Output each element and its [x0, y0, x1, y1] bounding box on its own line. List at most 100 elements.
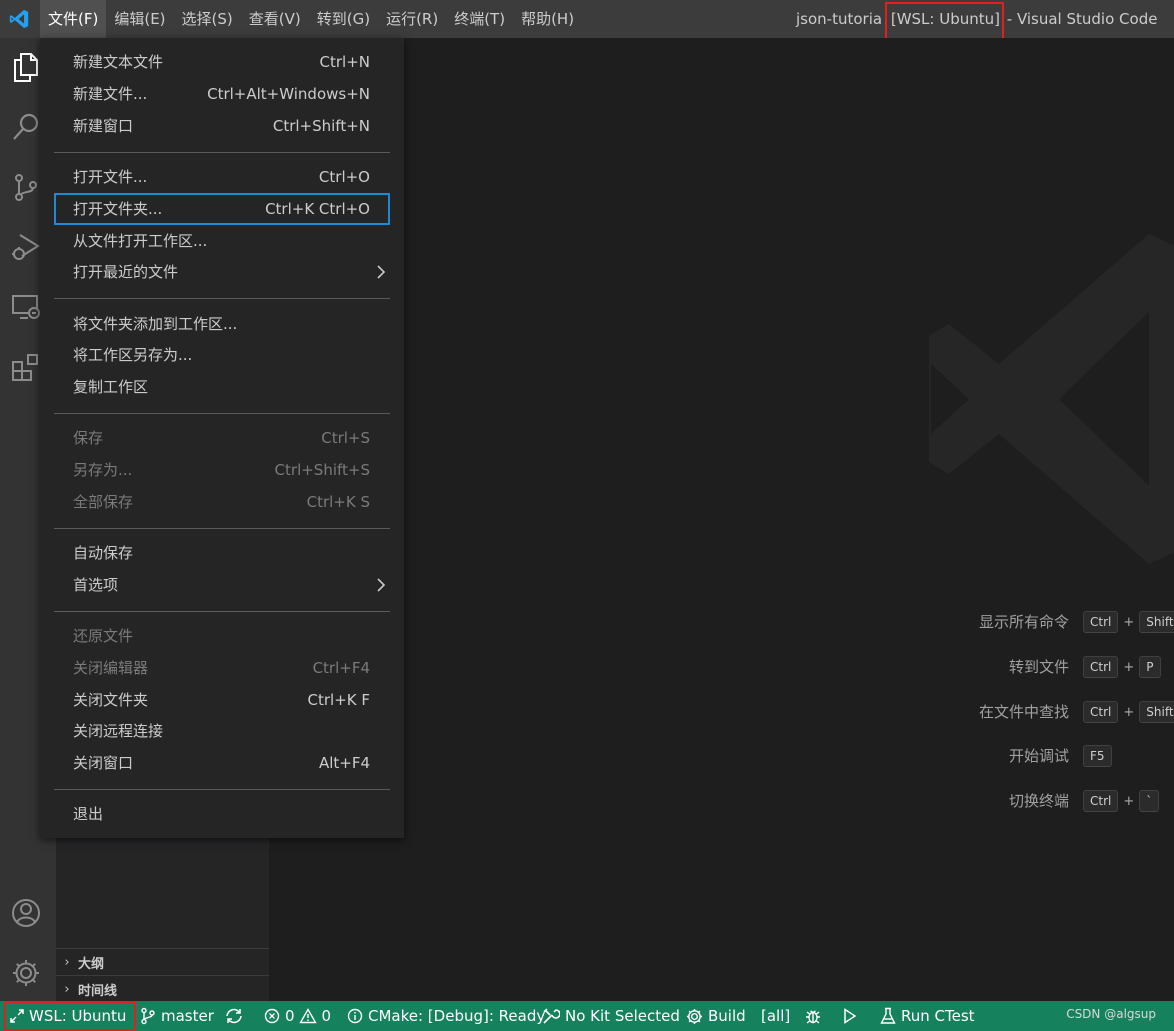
key-cap: Ctrl: [1083, 656, 1119, 678]
menu-file[interactable]: 文件(F): [40, 0, 107, 38]
menu-item-shortcut: Ctrl+K S: [306, 493, 370, 511]
menu-item-save-workspace-as[interactable]: 将工作区另存为...: [54, 339, 390, 371]
shortcut-label: 在文件中查找: [978, 703, 1069, 721]
cmake-target-item[interactable]: [all]: [761, 1001, 790, 1031]
menu-go[interactable]: 转到(G): [309, 0, 378, 38]
outline-section-header[interactable]: › 大纲: [56, 948, 269, 975]
cmake-debug-button[interactable]: [804, 1001, 827, 1031]
menu-item-revert-file[interactable]: 还原文件: [54, 620, 390, 652]
menu-item-label: 保存: [73, 429, 104, 447]
accounts-icon[interactable]: [8, 895, 44, 931]
menu-item-new-file[interactable]: 新建文件... Ctrl+Alt+Windows+N: [54, 78, 390, 110]
run-debug-icon[interactable]: [8, 229, 44, 265]
shortcut-label: 开始调试: [1008, 747, 1069, 765]
shortcut-label: 显示所有命令: [978, 613, 1069, 631]
menu-item-shortcut: Ctrl+K F: [307, 691, 371, 709]
menu-item-preferences[interactable]: 首选项: [54, 569, 390, 601]
menu-item-new-text-file[interactable]: 新建文本文件 Ctrl+N: [54, 46, 390, 78]
key-plus: +: [1123, 793, 1135, 809]
menu-item-shortcut: Ctrl+K Ctrl+O: [265, 200, 370, 218]
menu-item-shortcut: Ctrl+N: [319, 53, 370, 71]
tools-icon: [543, 1008, 560, 1024]
menu-item-new-window[interactable]: 新建窗口 Ctrl+Shift+N: [54, 110, 390, 142]
key-cap: Ctrl: [1083, 790, 1119, 812]
menu-terminal[interactable]: 终端(T): [446, 0, 513, 38]
timeline-section-header[interactable]: › 时间线: [56, 975, 269, 1002]
window-title-app: - Visual Studio Code: [1006, 10, 1158, 28]
git-branch-label: master: [161, 1007, 214, 1025]
shortcut-start-debugging: 开始调试 F5: [269, 744, 1174, 768]
shortcut-find-in-files: 在文件中查找 Ctrl + Shift: [269, 700, 1174, 724]
submenu-chevron-icon: [377, 578, 386, 592]
menu-item-open-file[interactable]: 打开文件... Ctrl+O: [54, 161, 390, 193]
info-icon: [347, 1008, 363, 1024]
menu-separator: [54, 298, 390, 299]
outline-section-label: 大纲: [78, 956, 105, 972]
run-ctest-button[interactable]: Run CTest: [880, 1001, 975, 1031]
timeline-section-label: 时间线: [78, 983, 118, 999]
menu-item-label: 全部保存: [73, 493, 134, 511]
cmake-build-label: Build: [708, 1007, 746, 1025]
menu-item-close-remote-connection[interactable]: 关闭远程连接: [54, 715, 390, 747]
warning-icon: [298, 1008, 317, 1024]
menu-selection[interactable]: 选择(S): [174, 0, 241, 38]
key-cap: Ctrl: [1083, 701, 1119, 723]
cmake-status-item[interactable]: CMake: [Debug]: Ready: [347, 1001, 545, 1031]
bug-icon: [806, 1010, 820, 1024]
search-icon[interactable]: [8, 109, 44, 145]
explorer-icon[interactable]: [8, 49, 44, 85]
cmake-build-button[interactable]: Build: [686, 1001, 746, 1031]
menu-item-add-folder-to-workspace[interactable]: 将文件夹添加到工作区...: [54, 308, 390, 340]
submenu-chevron-icon: [377, 265, 386, 279]
shortcut-label: 转到文件: [1008, 658, 1069, 676]
menu-item-open-folder[interactable]: 打开文件夹... Ctrl+K Ctrl+O: [54, 193, 390, 225]
menu-separator: [54, 789, 390, 790]
cmake-launch-button[interactable]: [843, 1001, 862, 1031]
sync-button[interactable]: [224, 1001, 249, 1031]
menu-view[interactable]: 查看(V): [241, 0, 309, 38]
menu-item-close-window[interactable]: 关闭窗口 Alt+F4: [54, 747, 390, 779]
menu-item-duplicate-workspace[interactable]: 复制工作区: [54, 371, 390, 403]
remote-explorer-icon[interactable]: [8, 289, 44, 325]
menu-item-auto-save[interactable]: 自动保存: [54, 537, 390, 569]
menu-item-label: 还原文件: [73, 627, 134, 645]
manage-gear-icon[interactable]: [8, 955, 44, 991]
menu-item-save-all[interactable]: 全部保存 Ctrl+K S: [54, 486, 390, 518]
menu-item-shortcut: Ctrl+O: [318, 168, 370, 186]
menu-run[interactable]: 运行(R): [378, 0, 446, 38]
editor-area: 显示所有命令 Ctrl + Shift 转到文件 Ctrl + P 在文件中查找…: [269, 38, 1174, 1001]
menu-item-label: 新建文件...: [73, 85, 148, 103]
menu-item-save-as[interactable]: 另存为... Ctrl+Shift+S: [54, 454, 390, 486]
menu-item-label: 从文件打开工作区...: [73, 232, 208, 250]
git-branch-icon: [141, 1007, 155, 1025]
extensions-icon[interactable]: [8, 349, 44, 385]
menu-item-open-recent[interactable]: 打开最近的文件: [54, 256, 390, 288]
warning-count: 0: [321, 1007, 332, 1025]
remote-label: WSL: Ubuntu: [29, 1007, 127, 1025]
menu-item-close-editor[interactable]: 关闭编辑器 Ctrl+F4: [54, 652, 390, 684]
key-cap: Shift: [1139, 611, 1174, 633]
problems-item[interactable]: 0 0: [264, 1001, 331, 1031]
menu-item-label: 复制工作区: [73, 378, 149, 396]
menu-item-label: 另存为...: [73, 461, 133, 479]
menu-help[interactable]: 帮助(H): [513, 0, 582, 38]
remote-icon: [10, 1009, 24, 1023]
remote-indicator[interactable]: WSL: Ubuntu: [4, 1001, 137, 1031]
menu-item-close-folder[interactable]: 关闭文件夹 Ctrl+K F: [54, 684, 390, 716]
shortcut-toggle-terminal: 切换终端 Ctrl + `: [269, 789, 1174, 813]
menu-edit[interactable]: 编辑(E): [106, 0, 173, 38]
error-count: 0: [285, 1007, 295, 1025]
menu-item-label: 新建文本文件: [73, 53, 164, 71]
source-control-icon[interactable]: [8, 169, 44, 205]
menu-item-shortcut: Ctrl+S: [321, 429, 370, 447]
key-cap: Shift: [1139, 701, 1174, 723]
menu-item-open-workspace-from-file[interactable]: 从文件打开工作区...: [54, 225, 390, 257]
menu-item-save[interactable]: 保存 Ctrl+S: [54, 422, 390, 454]
menu-item-exit[interactable]: 退出: [54, 798, 390, 830]
menu-item-label: 新建窗口: [73, 117, 134, 135]
cmake-kit-item[interactable]: No Kit Selected: [542, 1001, 680, 1031]
play-icon: [844, 1008, 857, 1024]
menu-separator: [54, 528, 390, 529]
menu-item-label: 首选项: [73, 576, 119, 594]
git-branch-item[interactable]: master: [140, 1001, 214, 1031]
